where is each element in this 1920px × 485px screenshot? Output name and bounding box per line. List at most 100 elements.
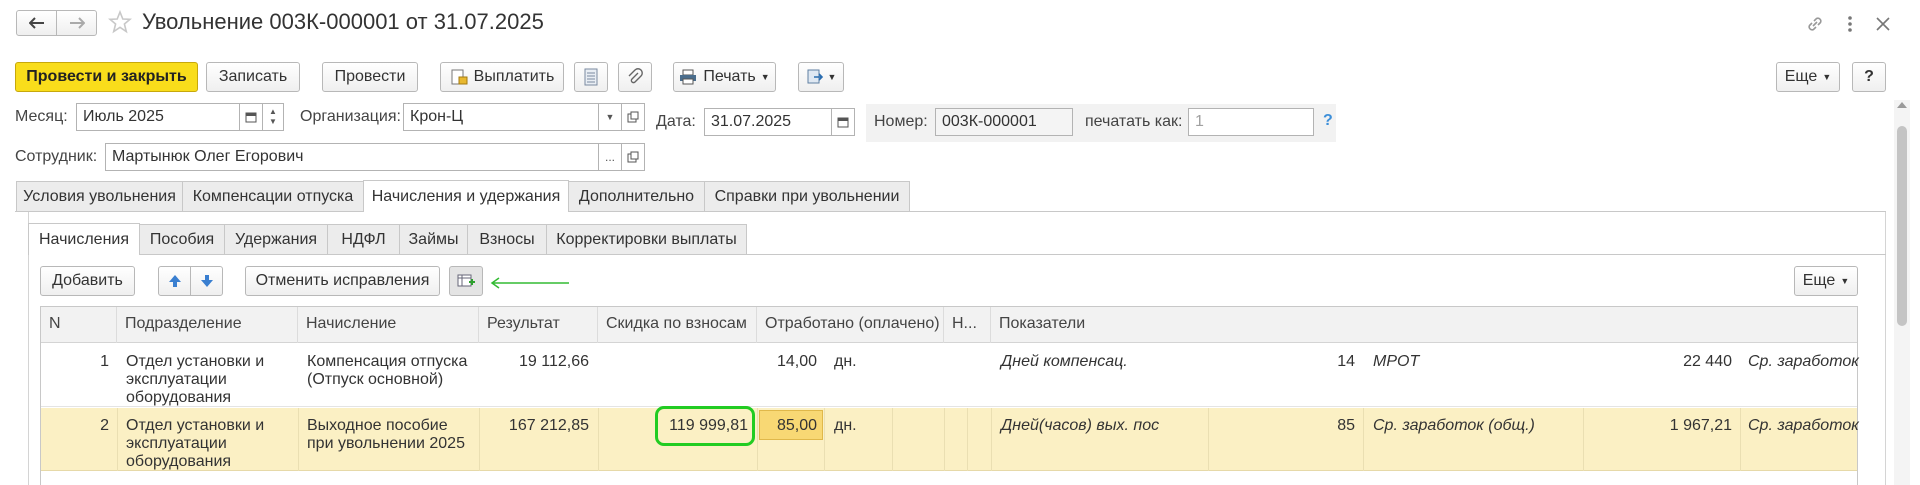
print-as-field[interactable]: 1 <box>1188 108 1314 136</box>
report-icon <box>584 68 598 86</box>
row-indicator-1-value: 14 <box>1337 353 1355 370</box>
col-header-indicators[interactable]: Показатели <box>991 307 1857 343</box>
chevron-down-icon: ▼ <box>1822 72 1832 82</box>
calendar-icon <box>245 112 257 123</box>
row-grid-line <box>117 408 118 471</box>
employee-select-button[interactable]: ... <box>598 143 622 171</box>
col-header-n-short[interactable]: Н... <box>944 307 991 343</box>
number-field[interactable]: 003К-000001 <box>935 108 1073 136</box>
sub-tabs-baseline <box>28 254 1886 255</box>
row-result: 167 212,85 <box>508 417 589 434</box>
subtab-benefits[interactable]: Пособия <box>139 224 225 254</box>
subtab-payment-corrections[interactable]: Корректировки выплаты <box>546 224 747 254</box>
tab-dismissal-conditions[interactable]: Условия увольнения <box>16 181 183 211</box>
empty-row-area <box>41 472 1857 485</box>
print-as-help-icon[interactable]: ? <box>1323 112 1333 130</box>
col-header-result[interactable]: Результат <box>479 307 598 343</box>
more-vertical-icon[interactable] <box>1840 13 1860 35</box>
col-header-n[interactable]: N <box>41 307 117 343</box>
calendar-icon <box>837 117 849 128</box>
col-header-accrual[interactable]: Начисление <box>298 307 479 343</box>
row-number: 2 <box>100 417 109 434</box>
employee-field[interactable]: Мартынюк Олег Егорович <box>105 143 599 171</box>
row-number: 1 <box>100 353 109 370</box>
table-more-button[interactable]: Еще ▼ <box>1794 266 1858 296</box>
chevron-down-icon: ▼ <box>605 112 615 122</box>
move-up-button[interactable] <box>158 266 191 296</box>
row-grid-line <box>824 408 825 471</box>
row-indicator-1-name: Дней(часов) вых. пос <box>1001 417 1160 434</box>
calendar-button[interactable] <box>239 103 263 131</box>
back-button[interactable] <box>16 10 57 36</box>
row-indicator-2-name: МРОТ <box>1373 353 1420 370</box>
col-header-discount[interactable]: Скидка по взносам <box>598 307 757 343</box>
add-button[interactable]: Добавить <box>40 266 135 296</box>
forward-button[interactable] <box>56 10 97 36</box>
row-indicator-1-value: 85 <box>1337 417 1355 434</box>
date-field[interactable]: 31.07.2025 <box>704 108 832 136</box>
col-header-worked[interactable]: Отработано (оплачено) <box>757 307 944 343</box>
row-department-line: Отдел установки и <box>126 353 265 370</box>
row-result: 19 112,66 <box>519 353 589 370</box>
row-grid-line <box>944 408 945 471</box>
post-and-close-button[interactable]: Провести и закрыть <box>15 62 198 92</box>
open-icon <box>627 151 639 163</box>
organization-dropdown-button[interactable]: ▼ <box>598 103 622 131</box>
post-button[interactable]: Провести <box>322 62 418 92</box>
number-label: Номер: <box>874 113 928 130</box>
more-label: Еще <box>1784 68 1818 85</box>
tab-vacation-compensation[interactable]: Компенсации отпуска <box>182 181 364 211</box>
undo-corrections-button[interactable]: Отменить исправления <box>245 266 440 296</box>
close-icon[interactable] <box>1872 13 1894 35</box>
tab-accruals-deductions[interactable]: Начисления и удержания <box>363 180 569 212</box>
month-field[interactable]: Июль 2025 <box>76 103 240 131</box>
print-label: Печать <box>703 68 756 85</box>
save-button[interactable]: Записать <box>206 62 300 92</box>
month-stepper[interactable]: ▲ ▼ <box>262 103 284 131</box>
report-button[interactable] <box>574 62 608 92</box>
row-department-line: эксплуатации <box>126 435 227 452</box>
row-accrual-line: Компенсация отпуска <box>307 353 468 370</box>
move-down-button[interactable] <box>190 266 223 296</box>
page-title: Увольнение 003К-000001 от 31.07.2025 <box>142 9 544 34</box>
link-icon[interactable] <box>1804 13 1826 35</box>
arrow-right-icon <box>69 17 85 29</box>
row-grid-line <box>1208 408 1209 471</box>
subtab-accruals[interactable]: Начисления <box>28 223 140 255</box>
organization-field[interactable]: Крон-Ц <box>403 103 599 131</box>
row-accrual-line: при увольнении 2025 <box>307 435 465 452</box>
row-accrual-line: Выходное пособие <box>307 417 448 434</box>
row-department-line: оборудования <box>126 389 232 406</box>
arrow-up-icon <box>168 275 181 287</box>
arrow-left-icon <box>28 17 44 29</box>
pay-button[interactable]: Выплатить <box>440 62 564 92</box>
row-indicator-2-value: 22 440 <box>1683 353 1732 370</box>
stepper-up-icon: ▲ <box>269 107 277 116</box>
row-accrual-line: (Отпуск основной) <box>307 371 444 388</box>
scrollbar-up-icon[interactable] <box>1897 102 1907 108</box>
subtab-contributions[interactable]: Взносы <box>467 224 547 254</box>
subtab-ndfl[interactable]: НДФЛ <box>327 224 400 254</box>
help-button[interactable]: ? <box>1852 62 1886 92</box>
arrow-down-icon <box>200 275 213 287</box>
print-button[interactable]: Печать ▼ <box>673 62 776 92</box>
more-button[interactable]: Еще ▼ <box>1776 62 1840 92</box>
date-calendar-button[interactable] <box>831 108 855 136</box>
attach-button[interactable] <box>618 62 652 92</box>
row-grid-line <box>298 408 299 471</box>
scrollbar-thumb[interactable] <box>1897 126 1907 326</box>
row-indicator-2-name: Ср. заработок (общ.) <box>1373 417 1535 434</box>
star-icon[interactable] <box>107 9 133 34</box>
row-grid-line <box>1583 408 1584 471</box>
tab-additional[interactable]: Дополнительно <box>568 181 705 211</box>
add-row-icon-button[interactable] <box>449 266 483 296</box>
subtab-loans[interactable]: Займы <box>399 224 468 254</box>
tab-dismissal-certificates[interactable]: Справки при увольнении <box>704 181 910 211</box>
create-based-button[interactable]: ▼ <box>798 62 844 92</box>
subtab-deductions[interactable]: Удержания <box>224 224 328 254</box>
employee-open-button[interactable] <box>621 143 645 171</box>
col-header-department[interactable]: Подразделение <box>117 307 298 343</box>
row-grid-line <box>1363 408 1364 471</box>
vertical-scrollbar[interactable] <box>1894 100 1910 485</box>
organization-open-button[interactable] <box>621 103 645 131</box>
